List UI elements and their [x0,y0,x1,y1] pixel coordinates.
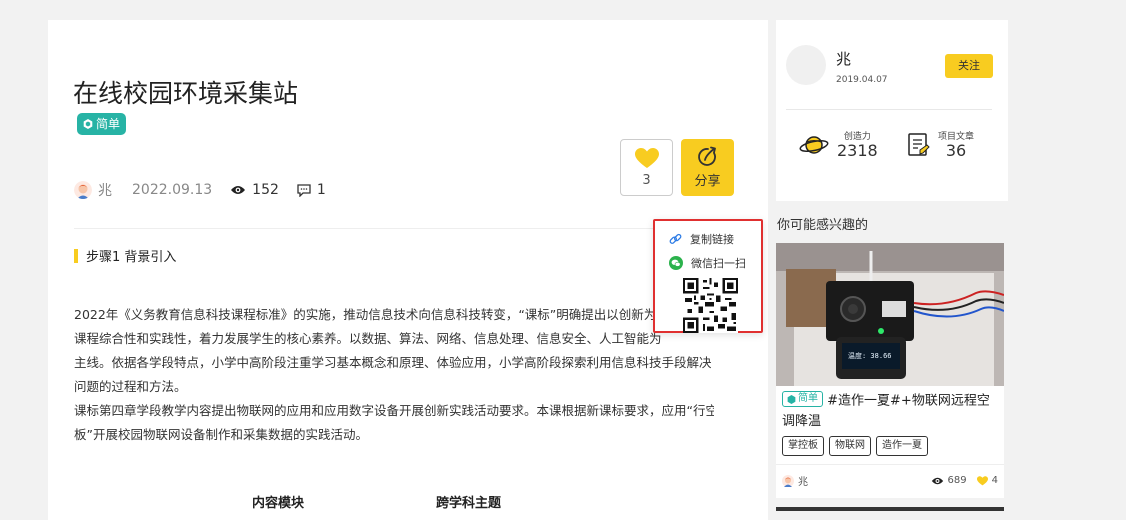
wechat-icon [669,256,683,270]
step-title: 步骤1 背景引入 [86,250,177,265]
author-name[interactable]: 兆 [98,180,112,200]
tag-chip[interactable]: 掌控板 [782,436,824,456]
author-card-avatar[interactable] [786,45,826,85]
publish-date: 2022.09.13 [132,182,213,198]
author-avatar[interactable] [74,181,92,199]
share-popup: 复制链接 微信扫一扫 [653,219,763,333]
table-header-theme: 跨学科主题 [436,496,502,511]
comment-count: 1 [316,182,326,198]
article-meta: 兆 2022.09.13 152 1 [74,180,326,200]
recommend-card[interactable]: 温度: 38.66 简单 #造作一夏#+物联网远程空调降温 掌控板 物联网 造作… [776,243,1004,498]
step-accent-bar [74,248,78,263]
creativity-stat: 创造力 2318 [799,129,878,160]
next-card-edge [776,507,1004,511]
meta-divider [74,228,738,229]
wechat-scan-label: 微信扫一扫 [691,257,746,270]
qr-code-icon [683,278,738,333]
recommend-difficulty-badge: 简单 [782,391,823,407]
recommend-section-title: 你可能感兴趣的 [777,218,869,233]
share-icon [697,146,716,166]
recommend-view-count: 689 [947,475,967,486]
eye-icon [231,186,246,194]
recommend-divider [776,464,1004,465]
copy-link-option[interactable]: 复制链接 [669,227,747,251]
like-button[interactable]: 3 [620,139,673,196]
article-title: 在线校园环境采集站 [73,79,299,108]
document-icon [908,132,930,156]
heart-icon [634,147,659,168]
recommend-thumbnail[interactable]: 温度: 38.66 [776,243,1004,386]
step-heading: 步骤1 背景引入 [74,246,176,265]
cartoon-avatar-icon [74,181,92,199]
creativity-value: 2318 [837,141,878,160]
tag-chip[interactable]: 造作一夏 [876,436,928,456]
recommend-footer: 兆 689 4 [782,473,998,488]
difficulty-badge: 简单 [77,113,127,135]
share-label: 分享 [694,174,721,189]
author-card-date: 2019.04.07 [836,75,888,85]
author-card: 兆 2019.04.07 关注 创造力 2318 项目文章 36 [776,20,1008,201]
copy-link-label: 复制链接 [690,233,734,246]
author-card-divider [786,109,992,110]
projects-stat: 项目文章 36 [908,129,974,160]
recommend-like-count: 4 [991,475,998,486]
like-count: 3 [642,172,651,188]
recommend-author[interactable]: 兆 [798,473,808,488]
recommend-tags: 掌控板 物联网 造作一夏 [782,436,928,456]
article-body: 2022年《义务教育信息科技课程标准》的实施，推动信息技术向信息科技转变，“课标… [74,303,714,447]
view-count: 152 [252,182,279,198]
table-header-module: 内容模块 [252,496,305,511]
body-line: 课标第四章学段教学内容提出物联网的应用和应用数字设备开展创新实践活动要求。本课根… [74,403,714,418]
recommend-title[interactable]: 简单 #造作一夏#+物联网远程空调降温 [782,391,998,432]
comment-icon[interactable] [297,183,311,197]
body-line: 主线。依据各学段特点，小学中高阶段注重学习基本概念和原理、体验应用，小学高阶段探… [74,355,712,370]
projects-value: 36 [945,141,967,160]
heart-icon [976,475,988,485]
body-line: 板”开展校园物联网设备制作和采集数据的实践活动。 [74,427,368,442]
eye-icon [931,477,943,484]
author-card-name[interactable]: 兆 [836,48,851,69]
device-screen-text: 温度: 38.66 [848,352,892,360]
body-line: 2022年《义务教育信息科技课程标准》的实施，推动信息技术向信息科技转变，“课标… [74,307,657,322]
link-icon [669,233,682,244]
cartoon-avatar-icon[interactable] [782,474,794,487]
tag-chip[interactable]: 物联网 [829,436,871,456]
share-button[interactable]: 分享 [681,139,734,196]
body-line: 课程综合性和实践性，着力发展学生的核心素养。以数据、算法、网络、信息处理、信息安… [74,331,662,346]
body-line: 问题的过程和方法。 [74,379,187,394]
recommend-difficulty-label: 简单 [798,393,818,404]
wechat-scan-option[interactable]: 微信扫一扫 [669,251,747,275]
difficulty-label: 简单 [96,117,121,131]
hexagon-icon [787,394,796,404]
hexagon-icon [83,119,93,129]
device-photo-illustration [776,243,1004,386]
follow-button[interactable]: 关注 [945,54,993,78]
planet-icon [799,135,829,154]
